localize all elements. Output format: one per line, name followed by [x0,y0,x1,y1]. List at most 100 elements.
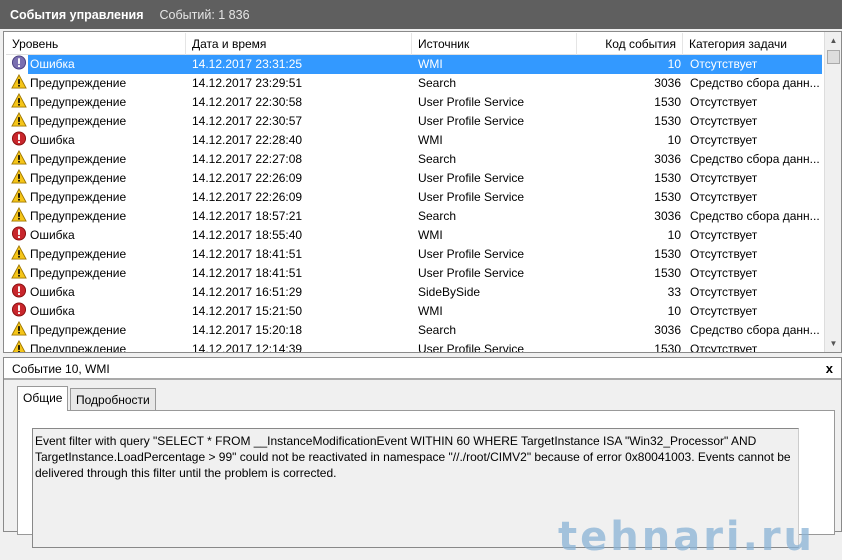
cell-event-id: 3036 [654,209,681,223]
table-row[interactable]: Ошибка 14.12.2017 18:55:40 WMI 10 Отсутс… [6,226,822,245]
tab-content: Event filter with query "SELECT * FROM _… [17,410,835,560]
cell-source: Search [418,323,457,337]
table-row[interactable]: Предупреждение 14.12.2017 23:29:51 Searc… [6,73,822,93]
error-icon [11,55,27,70]
cell-event-id: 1530 [654,266,681,280]
watermark: tehnari.ru [558,514,816,560]
cell-date: 14.12.2017 18:41:51 [192,266,303,280]
cell-event-id: 3036 [654,76,681,90]
cell-task-category: Отсутствует [690,304,758,318]
vertical-scrollbar[interactable]: ▲ ▼ [824,32,841,352]
table-row[interactable]: Предупреждение 14.12.2017 22:30:57 User … [6,111,822,131]
table-row[interactable]: Предупреждение 14.12.2017 12:14:39 User … [6,339,822,353]
table-row[interactable]: Ошибка 14.12.2017 16:51:29 SideBySide 33… [6,283,822,302]
cell-level: Предупреждение [30,266,127,280]
table-row[interactable]: Предупреждение 14.12.2017 22:30:58 User … [6,92,822,112]
warning-icon [11,73,27,89]
cell-source: User Profile Service [418,247,525,261]
cell-event-id: 3036 [654,152,681,166]
error-icon [11,302,27,317]
cell-event-id: 10 [667,57,681,71]
cell-level: Предупреждение [30,95,127,109]
cell-task-category: Отсутствует [690,342,758,353]
scroll-down-arrow[interactable]: ▼ [825,335,841,352]
table-row[interactable]: Ошибка 14.12.2017 22:28:40 WMI 10 Отсутс… [6,131,822,150]
cell-task-category: Отсутствует [690,133,758,147]
cell-level: Ошибка [30,133,75,147]
cell-task-category: Средство сбора данн... [690,76,820,90]
cell-task-category: Отсутствует [690,95,758,109]
cell-source: Search [418,76,457,90]
table-row[interactable]: Предупреждение 14.12.2017 22:26:09 User … [6,187,822,207]
cell-date: 14.12.2017 23:29:51 [192,76,303,90]
tab-general[interactable]: Общие [17,386,69,411]
cell-source: User Profile Service [418,171,525,185]
cell-event-id: 1530 [654,247,681,261]
details-title: Событие 10, WMI x [4,358,841,380]
warning-icon [11,244,27,260]
column-date[interactable]: Дата и время [186,33,412,55]
cell-task-category: Отсутствует [690,228,758,242]
table-row[interactable]: Ошибка 14.12.2017 23:31:25 WMI 10 Отсутс… [6,55,822,74]
close-icon[interactable]: x [826,358,833,380]
cell-event-id: 10 [667,304,681,318]
event-list: Уровень Дата и время Источник Код событи… [3,31,842,353]
cell-level: Предупреждение [30,247,127,261]
cell-level: Ошибка [30,57,75,71]
cell-level: Предупреждение [30,114,127,128]
cell-date: 14.12.2017 22:28:40 [192,133,303,147]
table-row[interactable]: Предупреждение 14.12.2017 22:27:08 Searc… [6,149,822,169]
cell-task-category: Отсутствует [690,57,758,71]
cell-event-id: 1530 [654,190,681,204]
table-row[interactable]: Предупреждение 14.12.2017 18:57:21 Searc… [6,206,822,226]
cell-date: 14.12.2017 22:26:09 [192,190,303,204]
column-event-id[interactable]: Код события [577,33,683,55]
cell-date: 14.12.2017 22:27:08 [192,152,303,166]
cell-date: 14.12.2017 16:51:29 [192,285,303,299]
cell-source: User Profile Service [418,95,525,109]
cell-source: User Profile Service [418,266,525,280]
table-row[interactable]: Предупреждение 14.12.2017 18:41:51 User … [6,244,822,264]
table-row[interactable]: Предупреждение 14.12.2017 22:26:09 User … [6,168,822,188]
cell-level: Предупреждение [30,190,127,204]
cell-event-id: 33 [667,285,681,299]
table-row[interactable]: Ошибка 14.12.2017 15:21:50 WMI 10 Отсутс… [6,302,822,321]
cell-source: SideBySide [418,285,481,299]
title-bar: События управления Событий: 1 836 [0,0,842,29]
tab-details[interactable]: Подробности [70,388,156,411]
column-level[interactable]: Уровень [6,33,186,55]
event-details-panel: Событие 10, WMI x Общие Подробности Even… [3,357,842,560]
cell-date: 14.12.2017 12:14:39 [192,342,303,353]
cell-level: Предупреждение [30,323,127,337]
column-source[interactable]: Источник [412,33,577,55]
scroll-up-arrow[interactable]: ▲ [825,32,841,49]
cell-date: 14.12.2017 18:57:21 [192,209,303,223]
cell-task-category: Отсутствует [690,190,758,204]
scroll-thumb[interactable] [827,50,840,64]
cell-event-id: 1530 [654,171,681,185]
warning-icon [11,92,27,108]
cell-date: 14.12.2017 18:41:51 [192,247,303,261]
cell-level: Предупреждение [30,209,127,223]
table-row[interactable]: Предупреждение 14.12.2017 15:20:18 Searc… [6,320,822,340]
column-task-category[interactable]: Категория задачи [683,33,822,55]
cell-task-category: Средство сбора данн... [690,152,820,166]
cell-level: Предупреждение [30,76,127,90]
table-row[interactable]: Предупреждение 14.12.2017 18:41:51 User … [6,263,822,283]
cell-date: 14.12.2017 22:26:09 [192,171,303,185]
warning-icon [11,320,27,336]
warning-icon [11,263,27,279]
cell-task-category: Отсутствует [690,171,758,185]
cell-task-category: Отсутствует [690,285,758,299]
warning-icon [11,168,27,184]
error-icon [11,131,27,146]
warning-icon [11,339,27,352]
cell-level: Ошибка [30,304,75,318]
cell-source: User Profile Service [418,342,525,353]
window-title: События управления [10,7,144,22]
cell-task-category: Отсутствует [690,114,758,128]
cell-source: User Profile Service [418,114,525,128]
cell-date: 14.12.2017 22:30:57 [192,114,303,128]
cell-event-id: 1530 [654,114,681,128]
cell-event-id: 10 [667,133,681,147]
